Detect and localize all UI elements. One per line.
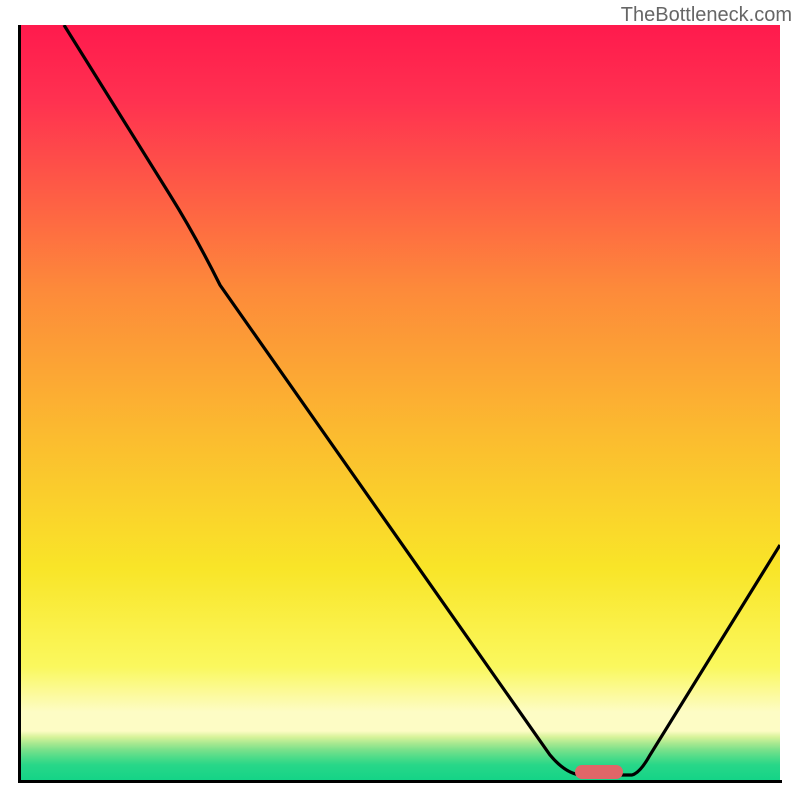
chart-container: TheBottleneck.com	[0, 0, 800, 800]
plot-area	[20, 25, 780, 780]
x-axis	[18, 780, 782, 783]
y-axis	[18, 25, 21, 782]
bottleneck-curve	[20, 25, 780, 780]
watermark-text: TheBottleneck.com	[621, 4, 792, 27]
optimal-marker	[575, 765, 623, 779]
